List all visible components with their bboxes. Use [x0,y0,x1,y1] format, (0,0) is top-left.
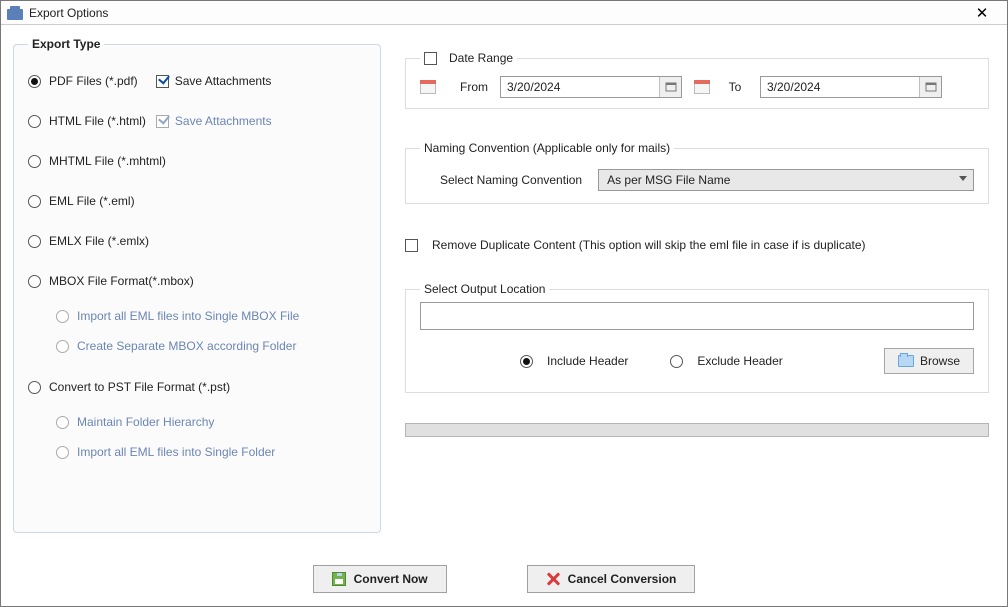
radio-pst-label[interactable]: Convert to PST File Format (*.pst) [49,380,230,394]
convert-now-label: Convert Now [354,572,428,586]
app-icon [7,6,23,20]
content-area: Export Type PDF Files (*.pdf) Save Attac… [1,25,1007,558]
radio-mbox-single-label: Import all EML files into Single MBOX Fi… [77,309,299,323]
radio-pdf[interactable] [28,75,41,88]
footer: Convert Now Cancel Conversion [1,558,1007,606]
checkbox-pdf-save-attachments[interactable] [156,75,169,88]
to-label: To [722,80,748,94]
calendar-icon [694,80,710,94]
to-date-value: 3/20/2024 [761,80,919,94]
radio-mbox-separate [56,340,69,353]
save-icon [332,572,346,586]
naming-convention-fieldset: Naming Convention (Applicable only for m… [405,141,989,204]
radio-include-header-label[interactable]: Include Header [547,354,628,368]
radio-pst[interactable] [28,381,41,394]
naming-convention-legend: Naming Convention (Applicable only for m… [420,141,674,155]
checkbox-date-range[interactable] [424,52,437,65]
titlebar: Export Options ✕ [1,1,1007,25]
radio-html-label[interactable]: HTML File (*.html) [49,114,146,128]
window-title: Export Options [29,6,108,20]
convert-now-button[interactable]: Convert Now [313,565,447,593]
output-path-input[interactable] [420,302,974,330]
calendar-icon [420,80,436,94]
to-date-input[interactable]: 3/20/2024 [760,76,942,98]
radio-mbox-label[interactable]: MBOX File Format(*.mbox) [49,274,194,288]
checkbox-html-save-attachments-label: Save Attachments [175,114,272,128]
radio-mbox[interactable] [28,275,41,288]
radio-exclude-header-label[interactable]: Exclude Header [697,354,782,368]
from-date-input[interactable]: 3/20/2024 [500,76,682,98]
radio-exclude-header[interactable] [670,355,683,368]
radio-mhtml[interactable] [28,155,41,168]
right-pane: Date Range From 3/20/2024 To 3/20/2024 [381,37,993,548]
date-range-fieldset: Date Range From 3/20/2024 To 3/20/2024 [405,51,989,109]
from-date-dropdown-icon[interactable] [659,77,681,97]
from-date-value: 3/20/2024 [501,80,659,94]
radio-eml[interactable] [28,195,41,208]
date-range-legend-label[interactable]: Date Range [449,51,513,65]
export-options-window: Export Options ✕ Export Type PDF Files (… [0,0,1008,607]
radio-pdf-label[interactable]: PDF Files (*.pdf) [49,74,138,88]
radio-eml-label[interactable]: EML File (*.eml) [49,194,135,208]
radio-mhtml-label[interactable]: MHTML File (*.mhtml) [49,154,166,168]
close-icon [546,572,560,586]
checkbox-remove-duplicate-label[interactable]: Remove Duplicate Content (This option wi… [432,238,866,252]
radio-pst-single [56,446,69,459]
browse-button[interactable]: Browse [884,348,974,374]
naming-convention-select[interactable]: As per MSG File Name [598,169,974,191]
browse-button-label: Browse [920,354,960,368]
progress-bar [405,423,989,437]
checkbox-html-save-attachments [156,115,169,128]
radio-emlx-label[interactable]: EMLX File (*.emlx) [49,234,149,248]
radio-pst-single-label: Import all EML files into Single Folder [77,445,275,459]
output-location-legend: Select Output Location [420,282,549,296]
radio-include-header[interactable] [520,355,533,368]
date-range-legend[interactable]: Date Range [420,51,517,65]
output-location-fieldset: Select Output Location Include Header Ex… [405,282,989,393]
radio-html[interactable] [28,115,41,128]
radio-emlx[interactable] [28,235,41,248]
radio-mbox-single [56,310,69,323]
cancel-conversion-label: Cancel Conversion [568,572,677,586]
radio-pst-hierarchy-label: Maintain Folder Hierarchy [77,415,214,429]
checkbox-pdf-save-attachments-label[interactable]: Save Attachments [175,74,272,88]
to-date-dropdown-icon[interactable] [919,77,941,97]
from-label: From [448,80,488,94]
radio-pst-hierarchy [56,416,69,429]
chevron-down-icon [959,176,967,181]
folder-icon [898,355,914,367]
export-type-legend: Export Type [28,37,104,51]
naming-convention-label: Select Naming Convention [440,173,582,187]
close-button[interactable]: ✕ [961,1,1003,24]
radio-mbox-separate-label: Create Separate MBOX according Folder [77,339,296,353]
checkbox-remove-duplicate[interactable] [405,239,418,252]
naming-convention-selected: As per MSG File Name [607,173,730,187]
export-type-fieldset: Export Type PDF Files (*.pdf) Save Attac… [13,37,381,533]
cancel-conversion-button[interactable]: Cancel Conversion [527,565,696,593]
